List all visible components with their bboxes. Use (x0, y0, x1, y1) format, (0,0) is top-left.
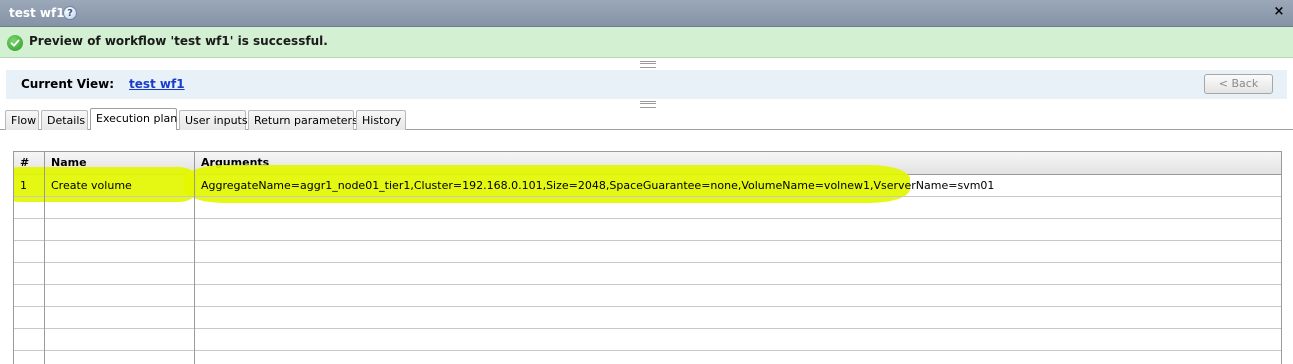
table-row-empty (14, 351, 1281, 364)
tab-user-inputs[interactable]: User inputs (179, 110, 248, 130)
current-view-label: Current View: (21, 77, 114, 91)
table-row-empty (14, 285, 1281, 307)
table-row[interactable]: 1 Create volume AggregateName=aggr1_node… (14, 175, 1281, 197)
tab-history[interactable]: History (356, 110, 406, 130)
window-title: test wf1 (9, 6, 65, 20)
row-arguments: AggregateName=aggr1_node01_tier1,Cluster… (201, 179, 995, 192)
tab-details[interactable]: Details (41, 110, 88, 130)
tab-execution-plan[interactable]: Execution plan (90, 108, 177, 130)
column-divider (194, 152, 195, 364)
check-circle-icon (7, 35, 23, 51)
tab-return-parameters[interactable]: Return parameters (248, 110, 358, 130)
table-row-empty (14, 241, 1281, 263)
back-button[interactable]: < Back (1204, 74, 1273, 94)
table-row-empty (14, 263, 1281, 285)
splitter-handle[interactable] (640, 61, 656, 68)
close-icon[interactable]: × (1272, 4, 1286, 20)
table-row-empty (14, 329, 1281, 351)
success-message: Preview of workflow 'test wf1' is succes… (29, 34, 328, 48)
splitter-handle[interactable] (640, 101, 656, 108)
current-view-bar: Current View: test wf1 < Back (6, 70, 1287, 99)
table-row-empty (14, 197, 1281, 219)
row-number: 1 (20, 179, 27, 192)
row-name: Create volume (51, 179, 132, 192)
column-divider (44, 152, 45, 364)
tab-flow[interactable]: Flow (5, 110, 39, 130)
help-icon[interactable]: ? (63, 6, 77, 20)
table-row-empty (14, 307, 1281, 329)
execution-plan-table: # Name Arguments 1 Create volume Aggrega… (13, 151, 1282, 364)
window-titlebar: test wf1 ? × (0, 0, 1293, 27)
current-view-link[interactable]: test wf1 (129, 77, 185, 91)
table-row-empty (14, 219, 1281, 241)
success-banner: Preview of workflow 'test wf1' is succes… (0, 27, 1293, 58)
